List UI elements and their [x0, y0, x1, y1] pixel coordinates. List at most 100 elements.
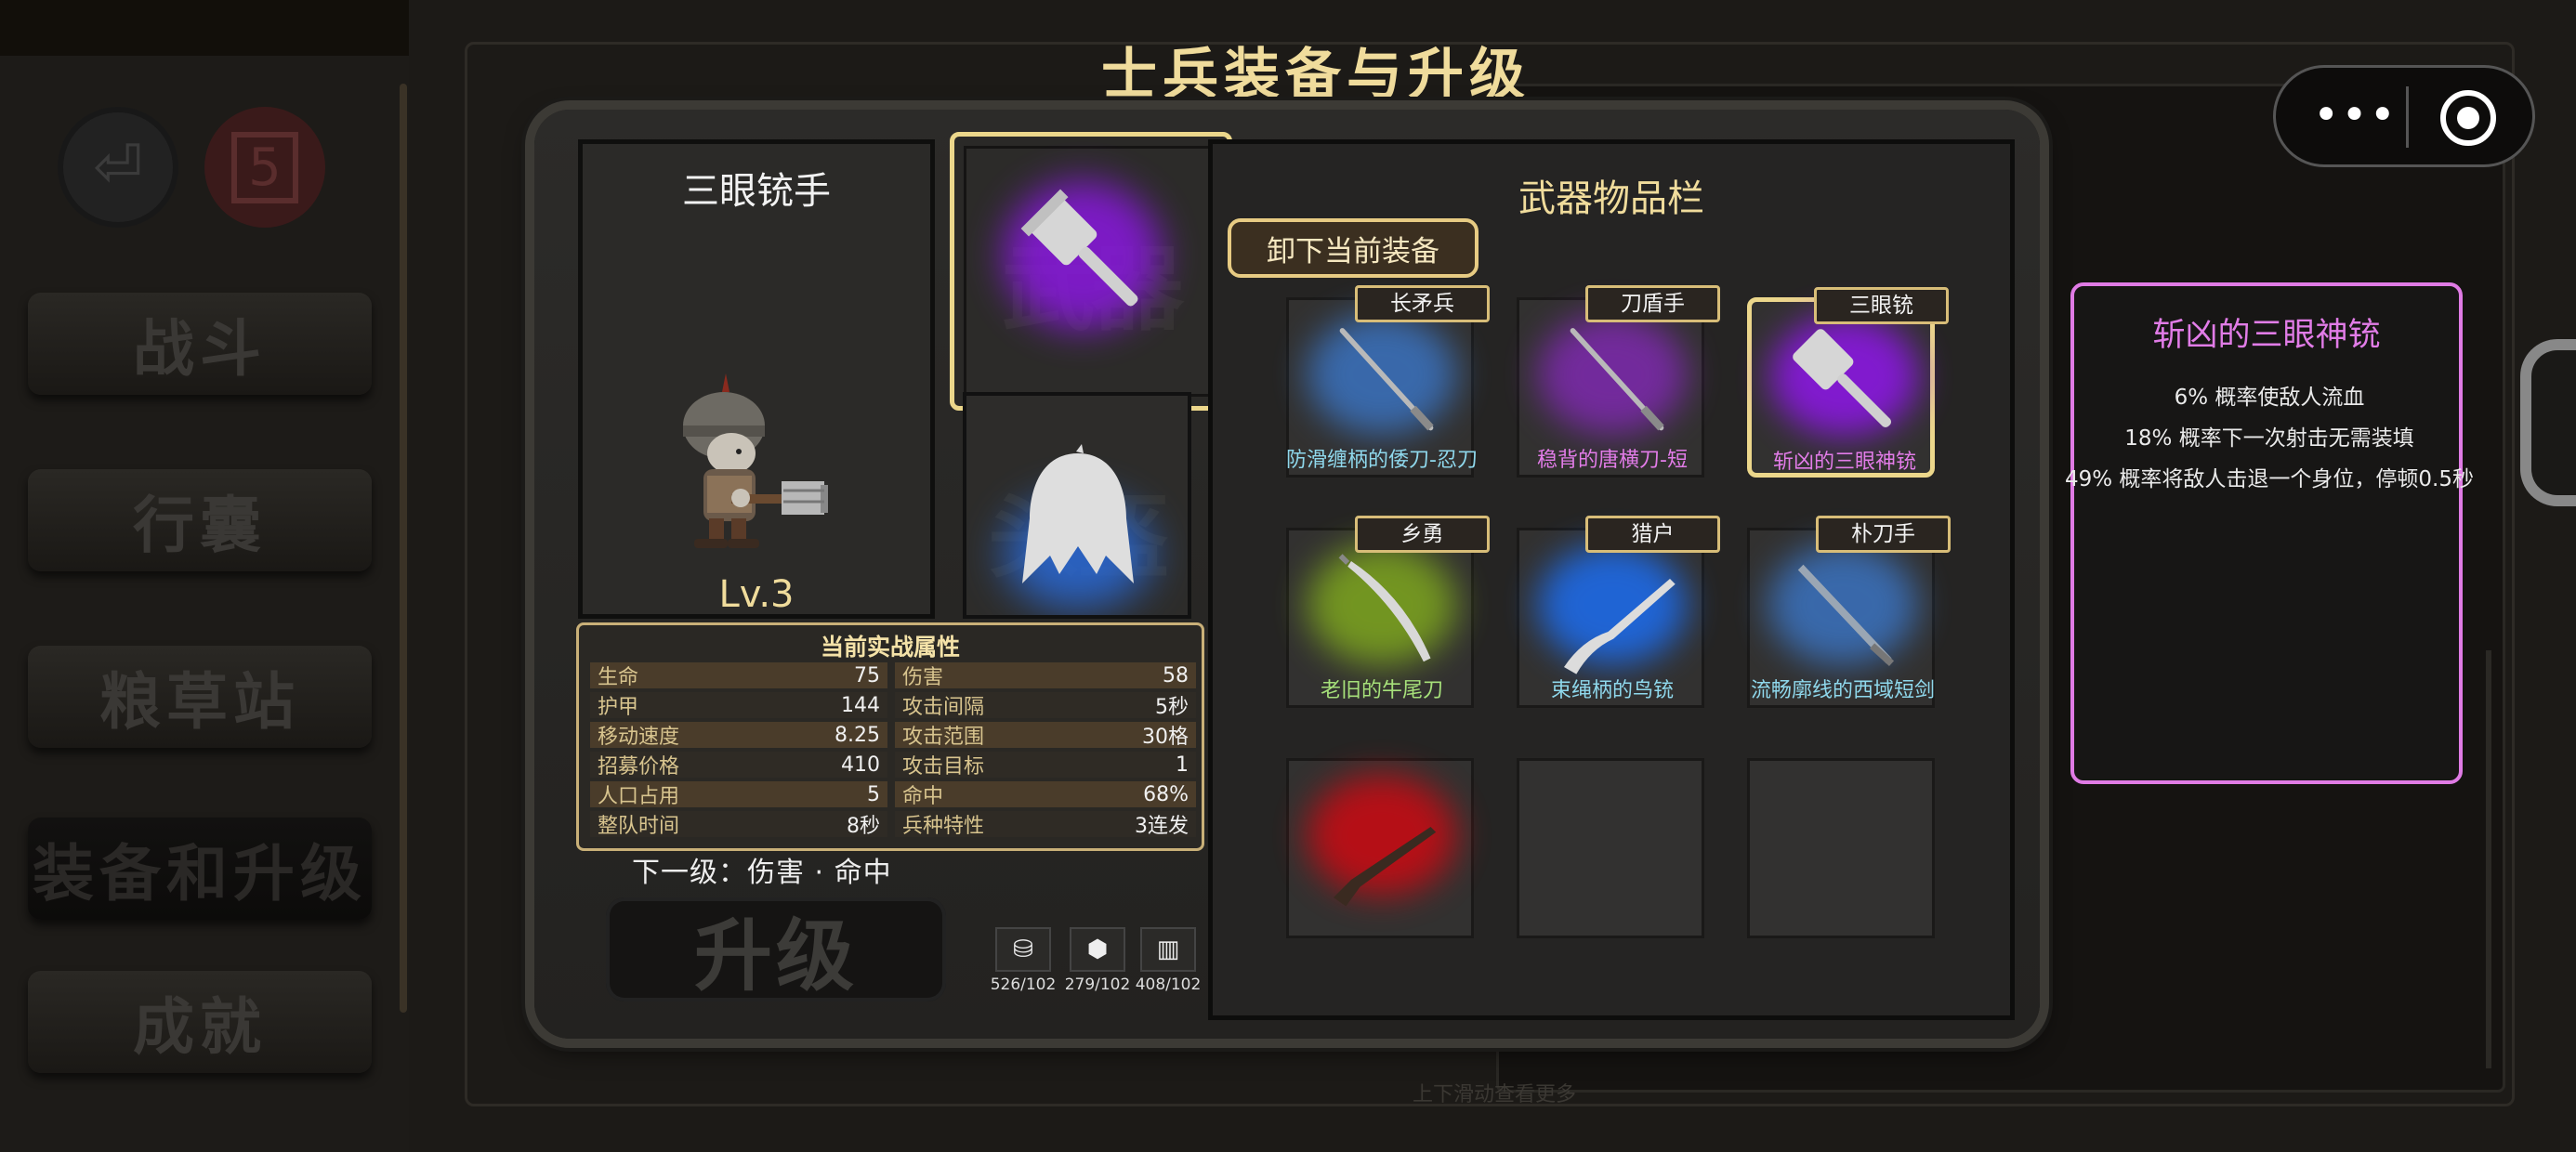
stat-label: 攻击目标	[902, 755, 985, 779]
tooltip-effect-2: 18% 概率下一次射击无需装填	[2124, 426, 2414, 451]
sidebar-item-battle[interactable]: 战斗	[28, 293, 372, 395]
weapon-slot-inner: 武器	[964, 146, 1218, 397]
stat-value: 5	[867, 782, 880, 806]
item-name: 斩凶的三眼神铳	[1772, 451, 1916, 474]
item-class-tag: 刀盾手	[1585, 285, 1720, 322]
musket-icon	[1564, 579, 1676, 674]
page-title: 士兵装备与升级	[1101, 43, 1531, 108]
helmet-icon	[1022, 444, 1134, 583]
item-name: 流畅廓线的西域短剑	[1750, 679, 1935, 702]
stat-formation-time: 整队时间 8秒	[590, 811, 887, 838]
stat-attack-interval: 攻击间隔 5秒	[895, 692, 1196, 719]
sword-icon	[1797, 564, 1895, 667]
katana-icon	[1339, 328, 1434, 431]
stat-label: 兵种特性	[902, 815, 985, 838]
rifle-icon	[1334, 827, 1437, 907]
item-name: 稳背的唐横刀-短	[1537, 449, 1688, 472]
item-name: 老旧的牛尾刀	[1320, 679, 1443, 702]
stat-unit-trait: 兵种特性 3连发	[895, 811, 1196, 838]
item-tooltip: 斩凶的三眼神铳 6% 概率使敌人流血 18% 概率下一次射击无需装填 49% 概…	[2065, 282, 2474, 784]
stat-accuracy: 命中 68%	[895, 781, 1196, 808]
item-name: 防滑缠柄的倭刀-忍刀	[1286, 449, 1478, 472]
resource-scroll: ▥ 408/102	[1136, 927, 1201, 994]
tooltip-effect-1: 6% 概率使敌人流血	[2174, 386, 2365, 410]
inventory-item[interactable]	[1286, 758, 1474, 938]
side-float-button[interactable]	[2520, 339, 2576, 506]
stats-panel: 当前实战属性 生命 75 护甲 144 移动速度 8.25 招募价格 410 人口占用 5…	[576, 622, 1204, 851]
back-icon: ⏎	[93, 133, 143, 202]
stat-label: 生命	[598, 666, 639, 689]
stat-value: 8秒	[847, 815, 880, 838]
stat-value: 1	[1176, 753, 1189, 777]
inventory-item[interactable]: 长矛兵防滑缠柄的倭刀-忍刀	[1286, 285, 1490, 478]
stat-move-speed: 移动速度 8.25	[590, 722, 887, 749]
stat-label: 招募价格	[598, 755, 680, 779]
stat-recruit-cost: 招募价格 410	[590, 752, 887, 779]
stat-value: 58	[1163, 663, 1189, 687]
item-class-tag: 三眼铳	[1814, 287, 1949, 324]
item-name: 束绳柄的鸟铳	[1550, 679, 1674, 702]
weapon-slot[interactable]: 武器	[950, 132, 1232, 411]
stat-health: 生命 75	[590, 662, 887, 689]
calendar-button[interactable]: 5	[204, 107, 325, 228]
item-class-tag: 乡勇	[1355, 516, 1490, 553]
stat-label: 攻击间隔	[902, 696, 985, 719]
hand-cannon-icon	[1020, 189, 1138, 307]
stat-value: 3连发	[1135, 815, 1189, 838]
stat-value: 144	[841, 693, 880, 717]
stat-attack-range: 攻击范围 30格	[895, 722, 1196, 749]
inventory-item[interactable]: 猎户束绳柄的鸟铳	[1517, 516, 1720, 708]
stat-label: 攻击范围	[902, 726, 985, 749]
next-level-preview: 下一级：伤害 · 命中	[632, 857, 892, 889]
silver-icon: ⛁	[995, 927, 1051, 972]
stat-label: 移动速度	[598, 726, 680, 749]
upgrade-button[interactable]: 升级	[606, 897, 946, 1001]
tooltip-effect-3: 49% 概率将敌人击退一个身位，停顿0.5秒	[2064, 467, 2474, 491]
stat-label: 伤害	[902, 666, 944, 689]
stat-label: 整队时间	[598, 815, 680, 838]
inventory-item[interactable]: 朴刀手 流畅廓线的西域短剑	[1747, 516, 1951, 708]
stat-value: 8.25	[835, 723, 880, 747]
stat-value: 410	[841, 753, 880, 777]
gun-icon	[1793, 329, 1892, 428]
character-portrait: 三眼铳手 Lv.3	[578, 139, 935, 619]
inventory-empty-slot[interactable]	[1517, 758, 1704, 938]
inventory-title: 武器物品栏	[1518, 177, 1704, 220]
stat-value: 5秒	[1155, 696, 1189, 719]
close-target-icon[interactable]	[2438, 88, 2498, 148]
stat-population: 人口占用 5	[590, 781, 887, 808]
sidebar-item-supply[interactable]: 粮草站	[28, 646, 372, 748]
sidebar: ⏎ 5 战斗 行囊 粮草站 装备和升级 成就	[0, 0, 409, 1152]
soldier-sprite	[683, 373, 828, 548]
katana-icon	[1570, 328, 1664, 431]
sidebar-scrollbar[interactable]	[400, 84, 407, 1013]
saber-icon	[1338, 554, 1431, 662]
inventory-empty-slot[interactable]	[1747, 758, 1935, 938]
character-level: Lv.3	[718, 573, 795, 616]
unequip-button[interactable]: 卸下当前装备	[1228, 218, 1479, 278]
stat-label: 护甲	[598, 696, 639, 719]
resource-silver: ⛁ 526/102	[991, 927, 1056, 994]
inventory-item[interactable]: 三眼铳斩凶的三眼神铳	[1747, 287, 1949, 478]
right-scrollbar[interactable]	[2486, 650, 2491, 1068]
stat-value: 68%	[1143, 782, 1189, 806]
sidebar-item-achievements[interactable]: 成就	[28, 971, 372, 1073]
item-class-tag: 猎户	[1585, 516, 1720, 553]
sidebar-top-strip	[0, 0, 409, 56]
stat-label: 人口占用	[598, 785, 680, 808]
more-icon[interactable]: •••	[2313, 93, 2396, 140]
inventory-item[interactable]: 乡勇老旧的牛尾刀	[1286, 516, 1490, 708]
character-name: 三眼铳手	[682, 170, 831, 213]
tooltip-title: 斩凶的三眼神铳	[2152, 317, 2381, 354]
item-class-tag: 长矛兵	[1355, 285, 1490, 322]
sidebar-item-bag[interactable]: 行囊	[28, 469, 372, 571]
capsule-divider	[2406, 86, 2409, 148]
scroll-icon: ▥	[1140, 927, 1196, 972]
helmet-slot[interactable]: 头盔	[963, 392, 1191, 619]
sidebar-item-equipment[interactable]: 装备和升级	[28, 818, 372, 920]
resource-cloth: ⬢ 279/102	[1065, 927, 1130, 994]
back-button[interactable]: ⏎	[58, 107, 178, 228]
miniprogram-capsule: •••	[2273, 65, 2535, 167]
stat-value: 30格	[1142, 726, 1189, 749]
inventory-item[interactable]: 刀盾手稳背的唐横刀-短	[1517, 285, 1720, 478]
